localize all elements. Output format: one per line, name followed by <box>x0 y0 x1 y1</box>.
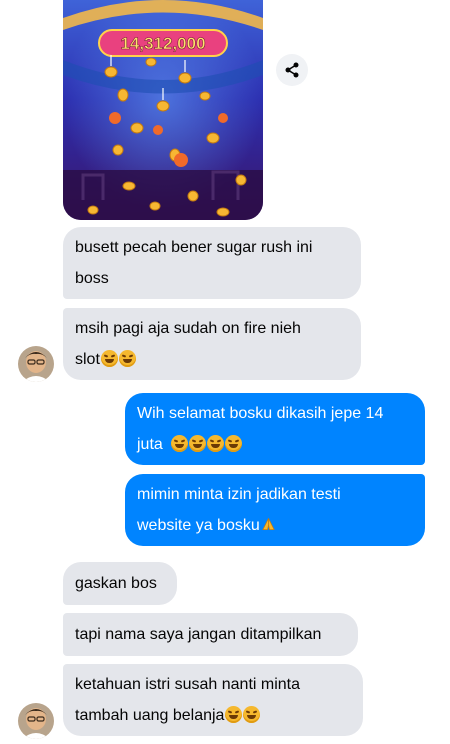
smiling-hearts-emoji-icon <box>171 435 189 452</box>
outgoing-message[interactable]: Wih selamat bosku dikasih jepe 14 juta <box>125 393 425 465</box>
folded-hands-emoji-icon <box>262 518 275 530</box>
share-button[interactable] <box>276 54 308 86</box>
avatar[interactable] <box>18 703 54 739</box>
message-text-line: slot <box>75 344 349 375</box>
message-text-line: juta <box>137 429 413 460</box>
laughing-emoji-icon <box>118 350 136 367</box>
message-text-line: boss <box>75 270 109 287</box>
prize-amount: 14,312,000 <box>120 34 205 53</box>
incoming-message[interactable]: tapi nama saya jangan ditampilkan <box>63 613 358 656</box>
message-text-line: busett pecah bener sugar rush ini <box>75 239 313 256</box>
smiling-hearts-emoji-icon <box>207 435 225 452</box>
incoming-message[interactable]: ketahuan istri susah nanti minta tambah … <box>63 664 363 736</box>
smiling-hearts-emoji-icon <box>189 435 207 452</box>
message-text-line: mimin minta izin jadikan testi <box>137 486 341 503</box>
laughing-emoji-icon <box>100 350 118 367</box>
incoming-message[interactable]: msih pagi aja sudah on fire nieh slot <box>63 308 361 380</box>
incoming-message[interactable]: gaskan bos <box>63 562 177 605</box>
message-text-line: ketahuan istri susah nanti minta <box>75 676 301 693</box>
avatar[interactable] <box>18 346 54 382</box>
message-text-line: website ya bosku <box>137 510 413 541</box>
user-avatar-graphic <box>18 346 54 382</box>
message-text-line: tambah uang belanja <box>75 700 351 731</box>
message-text-line: msih pagi aja sudah on fire nieh <box>75 320 301 337</box>
message-text-line: tapi nama saya jangan ditampilkan <box>75 626 322 643</box>
outgoing-message[interactable]: mimin minta izin jadikan testi website y… <box>125 474 425 546</box>
user-avatar-graphic <box>18 703 54 739</box>
incoming-message[interactable]: busett pecah bener sugar rush ini boss <box>63 227 361 299</box>
message-text-line: Wih selamat bosku dikasih jepe 14 <box>137 405 384 422</box>
message-text-line: gaskan bos <box>75 575 157 592</box>
laughing-emoji-icon <box>225 706 243 723</box>
shared-game-image[interactable]: 14,312,000 <box>63 0 263 220</box>
laughing-emoji-icon <box>243 706 261 723</box>
smiling-hearts-emoji-icon <box>225 435 243 452</box>
game-screenshot-graphic: 14,312,000 <box>63 0 263 220</box>
share-icon <box>285 62 299 78</box>
